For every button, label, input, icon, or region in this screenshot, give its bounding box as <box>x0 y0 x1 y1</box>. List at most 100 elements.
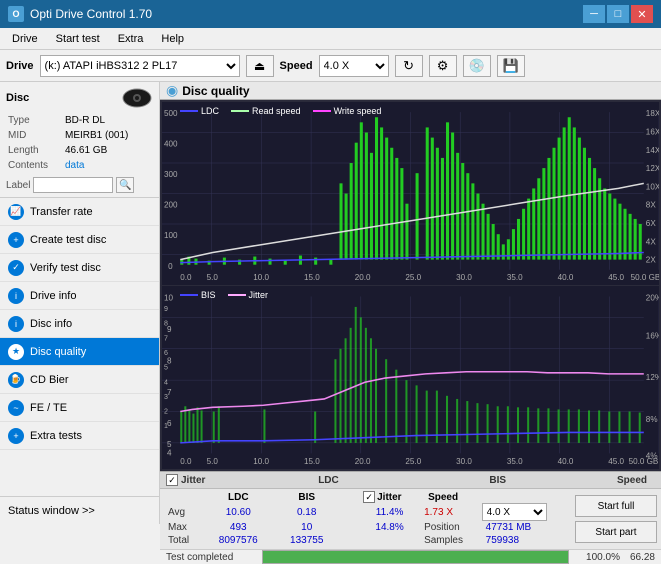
menu-bar: Drive Start test Extra Help <box>0 28 661 50</box>
app-icon: O <box>8 6 24 22</box>
disc-label-input[interactable] <box>33 177 113 193</box>
refresh-button[interactable]: ↻ <box>395 55 423 77</box>
sidebar-item-transfer-rate[interactable]: 📈 Transfer rate <box>0 198 159 226</box>
mid-value: MEIRB1 (001) <box>65 129 151 142</box>
charts-area: 500 400 300 200 100 0 18X 16X 14X 12X 10… <box>160 100 661 471</box>
disc-panel: Disc Type BD-R DL MID MEIRB1 (001) Lengt <box>0 82 159 198</box>
chart-header: ◉ Disc quality <box>160 82 661 100</box>
speed-select[interactable]: 4.0 X <box>319 55 389 77</box>
sidebar-item-drive-info[interactable]: i Drive info <box>0 282 159 310</box>
ldc-color <box>180 110 198 112</box>
label-search-button[interactable]: 🔍 <box>116 177 134 193</box>
svg-text:9: 9 <box>164 304 168 313</box>
speed-select-stats[interactable]: 4.0 X <box>482 503 547 521</box>
menu-extra[interactable]: Extra <box>110 31 152 47</box>
svg-text:20%: 20% <box>646 294 659 303</box>
svg-text:45.0: 45.0 <box>608 457 624 466</box>
ldc-header: LDC <box>240 475 416 486</box>
position-label: Position <box>420 521 482 534</box>
sidebar-item-extra-tests[interactable]: + Extra tests <box>0 422 159 450</box>
disc-icon <box>121 88 153 108</box>
content-area: ◉ Disc quality <box>160 82 661 524</box>
speed-label: Speed <box>280 60 313 72</box>
col-speed: Speed <box>420 491 482 503</box>
sidebar-item-cd-bier[interactable]: 🍺 CD Bier <box>0 366 159 394</box>
progress-percentage: 100.0% <box>575 552 620 563</box>
eject-button[interactable]: ⏏ <box>246 55 274 77</box>
fe-te-label: FE / TE <box>30 402 67 414</box>
menu-drive[interactable]: Drive <box>4 31 46 47</box>
extra-tests-label: Extra tests <box>30 430 82 442</box>
maximize-button[interactable]: □ <box>607 5 629 23</box>
svg-text:5.0: 5.0 <box>207 273 219 282</box>
transfer-rate-label: Transfer rate <box>30 206 93 218</box>
stats-header-row: ✓ Jitter LDC BIS Speed <box>160 472 661 489</box>
svg-text:40.0: 40.0 <box>558 273 574 282</box>
minimize-button[interactable]: ─ <box>583 5 605 23</box>
svg-text:16%: 16% <box>646 331 659 340</box>
jitter-checkbox[interactable]: ✓ <box>166 474 178 486</box>
svg-text:30.0: 30.0 <box>456 273 472 282</box>
progress-bar-outer <box>262 550 569 564</box>
title-bar-left: O Opti Drive Control 1.70 <box>8 6 152 22</box>
verify-test-label: Verify test disc <box>30 262 101 274</box>
svg-text:10: 10 <box>164 294 173 303</box>
menu-start-test[interactable]: Start test <box>48 31 108 47</box>
type-label: Type <box>8 114 63 127</box>
start-full-button[interactable]: Start full <box>575 495 657 517</box>
svg-text:0: 0 <box>168 262 173 271</box>
avg-ldc: 10.60 <box>202 503 274 521</box>
close-button[interactable]: ✕ <box>631 5 653 23</box>
svg-text:14X: 14X <box>646 146 659 155</box>
length-value: 46.61 GB <box>65 144 151 157</box>
chart2-legend: BIS Jitter <box>180 290 268 300</box>
label-row: Label 🔍 <box>6 177 153 193</box>
transfer-rate-icon: 📈 <box>8 204 24 220</box>
status-window-button[interactable]: Status window >> <box>0 496 159 524</box>
menu-help[interactable]: Help <box>153 31 192 47</box>
drive-label: Drive <box>6 60 34 72</box>
svg-text:20.0: 20.0 <box>355 457 371 466</box>
avg-bis: 0.18 <box>274 503 339 521</box>
drive-select[interactable]: (k:) ATAPI iHBS312 2 PL17 <box>40 55 240 77</box>
sidebar-item-disc-info[interactable]: i Disc info <box>0 310 159 338</box>
svg-text:8%: 8% <box>646 415 658 424</box>
type-value: BD-R DL <box>65 114 151 127</box>
disc-title: Disc <box>6 92 29 104</box>
progress-bar-area: Test completed 100.0% 66.28 <box>160 549 661 564</box>
chart1-svg: 500 400 300 200 100 0 18X 16X 14X 12X 10… <box>162 102 659 285</box>
title-bar: O Opti Drive Control 1.70 ─ □ ✕ <box>0 0 661 28</box>
svg-text:35.0: 35.0 <box>507 457 523 466</box>
total-label: Total <box>164 534 202 547</box>
disc-label-label: Label <box>6 180 30 191</box>
sidebar-item-verify-test-disc[interactable]: ✓ Verify test disc <box>0 254 159 282</box>
jitter-check[interactable]: ✓ <box>363 491 375 503</box>
status-window-label: Status window >> <box>8 505 95 517</box>
sidebar-item-disc-quality[interactable]: ★ Disc quality <box>0 338 159 366</box>
burn-button[interactable]: 💿 <box>463 55 491 77</box>
svg-text:25.0: 25.0 <box>405 457 421 466</box>
svg-text:4X: 4X <box>646 237 656 246</box>
svg-text:3: 3 <box>164 392 168 401</box>
svg-text:12X: 12X <box>646 164 659 173</box>
legend-read-speed: Read speed <box>231 106 301 116</box>
read-speed-color <box>231 110 249 112</box>
mid-label: MID <box>8 129 63 142</box>
svg-text:0.0: 0.0 <box>180 273 192 282</box>
sidebar-item-create-test-disc[interactable]: + Create test disc <box>0 226 159 254</box>
cd-bier-icon: 🍺 <box>8 372 24 388</box>
sidebar-item-fe-te[interactable]: ~ FE / TE <box>0 394 159 422</box>
svg-text:40.0: 40.0 <box>558 457 574 466</box>
save-button[interactable]: 💾 <box>497 55 525 77</box>
max-jitter: 14.8% <box>359 521 420 534</box>
read-speed-label: Read speed <box>252 106 301 116</box>
chart-icon: ◉ <box>166 82 178 99</box>
ldc-label: LDC <box>201 106 219 116</box>
progress-extra: 66.28 <box>630 552 655 563</box>
total-ldc: 8097576 <box>202 534 274 547</box>
settings-button[interactable]: ⚙ <box>429 55 457 77</box>
speed-header: Speed <box>609 475 655 486</box>
svg-text:6X: 6X <box>646 219 656 228</box>
start-part-button[interactable]: Start part <box>575 521 657 543</box>
svg-text:20.0: 20.0 <box>355 273 371 282</box>
